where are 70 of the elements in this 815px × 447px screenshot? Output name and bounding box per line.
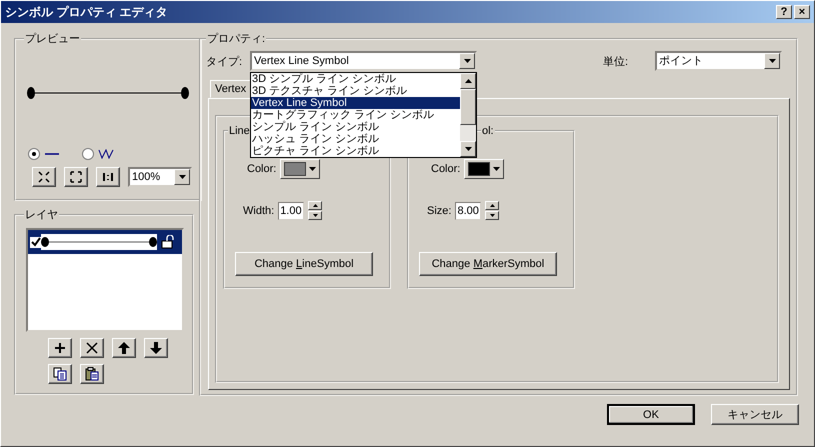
number-field[interactable]: 1.00	[278, 202, 304, 220]
cancel-button[interactable]: キャンセル	[711, 404, 799, 425]
type-label: タイプ:	[206, 54, 244, 68]
radio-button[interactable]	[82, 148, 94, 160]
move-up-button[interactable]	[112, 338, 136, 358]
zigzag-icon	[98, 149, 114, 159]
value-label: Width:	[243, 204, 274, 216]
unit-label: 単位:	[603, 54, 630, 68]
caret-icon	[309, 167, 316, 171]
group-title: プレビュー	[24, 32, 81, 46]
scrollbar[interactable]	[460, 73, 476, 157]
caret-icon	[493, 167, 500, 171]
paste-icon	[85, 367, 99, 381]
spin-buttons[interactable]	[485, 201, 500, 220]
group-title: プロパティ:	[206, 32, 266, 46]
dropdown-option[interactable]: シンプル ライン シンボル	[251, 121, 460, 133]
group-title: レイヤ	[24, 208, 59, 222]
dropdown-option[interactable]: 3D テクスチャ ライン シンボル	[251, 85, 460, 97]
delete-button[interactable]	[80, 338, 104, 358]
up-caret-icon	[312, 204, 318, 207]
unlocked-padlock-icon[interactable]	[161, 235, 175, 249]
zoom-out-button[interactable]	[64, 167, 88, 187]
actual-size-button[interactable]	[96, 167, 120, 187]
caret-icon	[464, 59, 470, 63]
up-arrow-icon	[118, 342, 130, 354]
copy-icon	[53, 367, 67, 381]
unit-combo[interactable]: ポイント	[655, 51, 782, 71]
caret-icon	[464, 147, 472, 151]
change-symbol-button[interactable]: Change LineSymbol	[235, 252, 373, 276]
plus-icon	[54, 342, 66, 354]
window-title: シンボル プロパティ エディタ	[5, 4, 168, 20]
dropdown-option[interactable]: カートグラフィック ライン シンボル	[251, 109, 460, 121]
color-label: Color:	[431, 163, 460, 175]
color-label: Color:	[247, 163, 276, 175]
color-picker[interactable]	[464, 159, 504, 179]
up-caret-icon	[464, 79, 472, 83]
type-combo[interactable]: Vertex Line Symbol	[250, 51, 477, 71]
dropdown-option[interactable]: Vertex Line Symbol	[251, 97, 460, 109]
value-label: Size:	[427, 204, 452, 216]
caret-icon	[768, 59, 776, 63]
paste-button[interactable]	[80, 364, 104, 384]
spin-buttons[interactable]	[308, 201, 322, 220]
checkbox[interactable]	[30, 236, 41, 248]
help-button[interactable]: ?	[776, 5, 792, 19]
layer-row[interactable]	[28, 230, 182, 254]
cross-icon	[86, 342, 98, 354]
color-picker[interactable]	[280, 159, 320, 179]
change-symbol-button[interactable]: Change MarkerSymbol	[419, 252, 557, 276]
ok-button[interactable]: OK	[607, 404, 695, 425]
group-title: Line	[228, 125, 251, 137]
dropdown-option[interactable]: 3D シンプル ライン シンボル	[251, 73, 460, 85]
zoom-in-button[interactable]	[32, 167, 56, 187]
caret-icon	[490, 214, 495, 217]
close-button[interactable]: ×	[794, 5, 810, 19]
add-button[interactable]	[48, 338, 72, 358]
move-down-button[interactable]	[144, 338, 168, 358]
copy-button[interactable]	[48, 364, 72, 384]
zoom-combo[interactable]: 100%	[128, 167, 192, 187]
corner-brackets-icon	[70, 171, 82, 183]
number-field[interactable]: 8.00	[455, 202, 482, 220]
caret-icon	[312, 214, 318, 217]
down-arrow-icon	[150, 342, 162, 354]
group-title: ol:	[481, 125, 495, 137]
one-to-one-icon	[102, 171, 114, 183]
dropdown-option[interactable]: ハッシュ ライン シンボル	[251, 133, 460, 145]
caret-icon	[178, 175, 186, 179]
radio-button[interactable]	[28, 148, 40, 160]
inward-arrows-icon	[38, 171, 50, 183]
dropdown-option[interactable]: ピクチャ ライン シンボル	[251, 145, 460, 157]
up-caret-icon	[490, 204, 495, 207]
